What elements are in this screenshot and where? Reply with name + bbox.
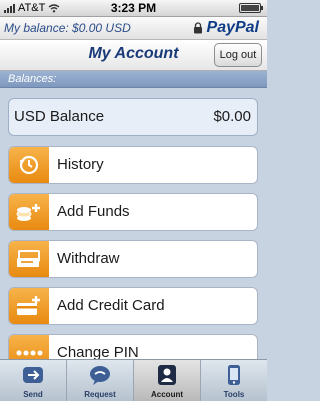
lock-icon — [193, 22, 202, 34]
tab-label: Send — [23, 390, 43, 399]
menu-item-withdraw[interactable]: Withdraw — [8, 240, 258, 278]
request-icon — [67, 364, 133, 386]
menu-item-history[interactable]: History — [8, 146, 258, 184]
clock: 3:23 PM — [110, 1, 157, 15]
tab-bar: Send Request Account Tools — [0, 359, 267, 401]
coins-plus-icon — [9, 194, 49, 230]
credit-card-plus-icon — [9, 288, 49, 324]
send-icon — [0, 364, 66, 386]
account-icon — [134, 364, 200, 386]
tab-label: Request — [84, 390, 116, 399]
tab-label: Account — [151, 390, 183, 399]
balance-value: $0.00 — [213, 108, 251, 125]
balance-summary: My balance: $0.00 USD — [4, 21, 131, 35]
paypal-logo-text: PayPal — [206, 19, 259, 36]
menu-item-add-credit-card[interactable]: Add Credit Card — [8, 287, 258, 325]
menu-item-add-funds[interactable]: Add Funds — [8, 193, 258, 231]
menu-item-label: Add Funds — [57, 203, 130, 220]
menu-item-label: Add Credit Card — [57, 297, 165, 314]
menu-item-label: History — [57, 156, 104, 173]
withdraw-money-icon — [9, 241, 49, 277]
paypal-logo: PayPal — [193, 19, 259, 37]
tab-request[interactable]: Request — [67, 360, 134, 401]
tab-label: Tools — [223, 390, 245, 399]
tab-send[interactable]: Send — [0, 360, 67, 401]
status-bar: AT&T 3:23 PM — [0, 0, 267, 17]
logout-button[interactable]: Log out — [214, 43, 262, 67]
navigation-bar: My Account Log out — [0, 40, 267, 71]
balance-bar: My balance: $0.00 USD PayPal — [0, 17, 267, 40]
menu-item-label: Withdraw — [57, 250, 120, 267]
balance-label: USD Balance — [14, 108, 105, 125]
phone-tools-icon — [201, 364, 267, 386]
section-header-balances: Balances: — [0, 71, 267, 88]
usd-balance-row: USD Balance $0.00 — [8, 98, 258, 136]
battery-icon — [239, 3, 263, 13]
tab-tools[interactable]: Tools — [201, 360, 267, 401]
tab-account[interactable]: Account — [134, 360, 201, 401]
clock-history-icon — [9, 147, 49, 183]
